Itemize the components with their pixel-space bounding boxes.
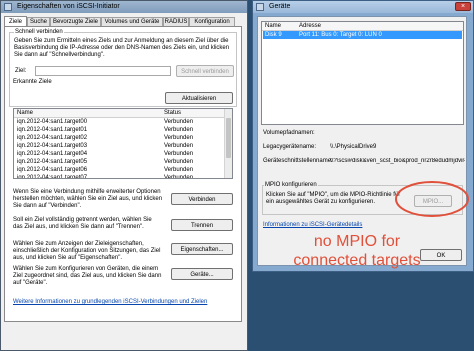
column-header-device-name[interactable]: Name — [265, 22, 281, 30]
mpio-description: Klicken Sie auf "MPIO", um die MPIO-Rich… — [266, 192, 401, 205]
window-icon — [4, 3, 12, 11]
annotation-text: no MPIO for connected targets — [262, 232, 452, 270]
mpio-group-label: MPIO konfigurieren — [264, 182, 318, 189]
mpio-button[interactable]: MPIO... — [414, 195, 452, 207]
target-label: Ziel: — [15, 68, 27, 74]
legacy-name-value: \\.\PhysicalDrive9 — [330, 144, 377, 150]
target-name: iqn.2012-04:san1.target01 — [17, 127, 88, 133]
devices-description: Wählen Sie zum Konfigurieren von Geräten… — [13, 266, 162, 286]
target-row[interactable]: iqn.2012-04:san1.target05 Verbunden — [14, 158, 224, 166]
device-row[interactable]: Disk 9 Port 11: Bus 0: Target 0: LUN 0 — [263, 31, 462, 39]
mpio-group: MPIO konfigurieren Klicken Sie auf "MPIO… — [262, 182, 463, 215]
target-status: Verbunden — [164, 175, 194, 179]
quick-connect-description: Geben Sie zum Ermitteln eines Ziels und … — [14, 38, 230, 58]
devices-button[interactable]: Geräte... — [171, 268, 233, 280]
interface-name-label: Geräteschnittstellenname: — [263, 158, 333, 164]
target-name: iqn.2012-04:san1.target00 — [17, 119, 88, 125]
device-details-link[interactable]: Informationen zu iSCSI-Gerätedetails — [263, 222, 362, 228]
targets-list[interactable]: Name Status iqn.2012-04:san1.target00 Ver… — [13, 108, 233, 179]
properties-button[interactable]: Eigenschaften... — [171, 243, 233, 255]
column-header-address[interactable]: Adresse — [299, 22, 321, 30]
devices-client-area: Name Adresse Disk 9 Port 11: Bus 0: Targ… — [257, 16, 467, 266]
target-name: iqn.2012-04:san1.target02 — [17, 135, 88, 141]
target-status: Verbunden — [164, 119, 194, 125]
target-status: Verbunden — [164, 127, 194, 133]
target-row[interactable]: iqn.2012-04:san1.target04 Verbunden — [14, 150, 224, 158]
legacy-name-label: Legacygerätename: — [263, 144, 317, 150]
discovered-targets-group: Erkannte Ziele Aktualisieren Name Status… — [9, 79, 237, 318]
scrollbar-thumb[interactable] — [226, 118, 231, 158]
disconnect-button[interactable]: Trennen — [171, 219, 233, 231]
refresh-button[interactable]: Aktualisieren — [165, 92, 233, 104]
target-row[interactable]: iqn.2012-04:san1.target00 Verbunden — [14, 118, 224, 126]
target-row[interactable]: iqn.2012-04:san1.target03 Verbunden — [14, 142, 224, 150]
devices-list[interactable]: Name Adresse Disk 9 Port 11: Bus 0: Targ… — [261, 21, 464, 125]
devices-window-title: Geräte — [269, 3, 291, 10]
target-row[interactable]: iqn.2012-04:san1.target01 Verbunden — [14, 126, 224, 134]
discovered-targets-label: Erkannte Ziele — [12, 79, 53, 86]
target-status: Verbunden — [164, 151, 194, 157]
initiator-properties-window: Eigenschaften von iSCSI-Initiator Ziele … — [0, 0, 248, 351]
devices-list-header: Name Adresse — [262, 22, 463, 31]
target-status: Verbunden — [164, 159, 194, 165]
target-row[interactable]: iqn.2012-04:san1.target02 Verbunden — [14, 134, 224, 142]
initiator-titlebar[interactable]: Eigenschaften von iSCSI-Initiator — [1, 1, 247, 13]
tab-page-ziele: Schnell verbinden Geben Sie zum Ermittel… — [4, 26, 242, 322]
column-header-name[interactable]: Name — [17, 109, 33, 117]
annotation-line-2: connected targets — [293, 252, 421, 269]
connect-description: Wenn Sie eine Verbindung mithilfe erweit… — [13, 189, 163, 209]
column-header-status[interactable]: Status — [164, 109, 181, 117]
target-name: iqn.2012-04:san1.target04 — [17, 151, 88, 157]
initiator-window-title: Eigenschaften von iSCSI-Initiator — [17, 3, 120, 10]
connect-button[interactable]: Verbinden — [171, 193, 233, 205]
target-status: Verbunden — [164, 143, 194, 149]
devices-titlebar[interactable]: Geräte × — [253, 1, 473, 13]
properties-description: Wählen Sie zum Anzeigen der Zieleigensch… — [13, 241, 161, 261]
disconnect-description: Soll ein Ziel vollständig getrennt werde… — [13, 217, 152, 230]
targets-list-header: Name Status — [14, 109, 232, 118]
target-name: iqn.2012-04:san1.target05 — [17, 159, 88, 165]
target-name: iqn.2012-04:san1.target07 — [17, 175, 88, 179]
interface-name-value: \\?\scsi#disk&ven_scst_bio&prod_nr2r8edu… — [330, 158, 465, 164]
device-name: Disk 9 — [265, 32, 282, 38]
quick-connect-label: Schnell verbinden — [14, 29, 64, 36]
target-status: Verbunden — [164, 135, 194, 141]
help-link[interactable]: Weitere Informationen zu grundlegenden i… — [13, 299, 207, 305]
close-icon[interactable]: × — [455, 2, 471, 11]
devices-window-icon — [256, 3, 264, 11]
volume-path-label: Volumepfadnamen: — [263, 130, 315, 136]
target-status: Verbunden — [164, 167, 194, 173]
quick-connect-button[interactable]: Schnell verbinden — [176, 65, 234, 77]
target-input[interactable] — [35, 66, 171, 76]
target-row[interactable]: iqn.2012-04:san1.target06 Verbunden — [14, 166, 224, 174]
target-name: iqn.2012-04:san1.target06 — [17, 167, 88, 173]
targets-list-scrollbar[interactable] — [224, 109, 232, 178]
device-address: Port 11: Bus 0: Target 0: LUN 0 — [299, 32, 382, 38]
target-row[interactable]: iqn.2012-04:san1.target07 Verbunden — [14, 174, 224, 179]
target-name: iqn.2012-04:san1.target03 — [17, 143, 88, 149]
annotation-line-1: no MPIO for — [313, 233, 401, 250]
